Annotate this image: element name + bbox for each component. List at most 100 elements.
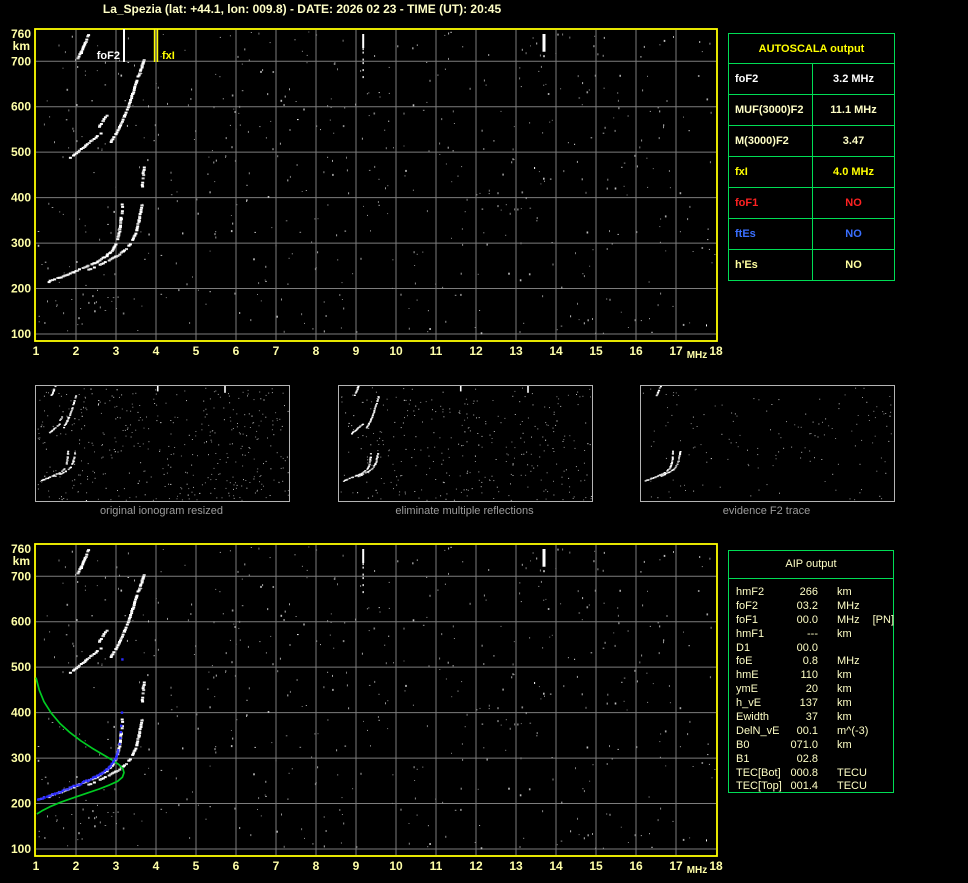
table-row: B0 071.0 km <box>736 739 893 753</box>
aip-unit: km <box>837 586 852 598</box>
svg-text:9: 9 <box>353 344 360 358</box>
aip-label-d1: D1 <box>736 641 751 654</box>
svg-text:11: 11 <box>430 344 443 358</box>
aip-value-foe: 0.8 <box>802 655 818 668</box>
svg-text:6: 6 <box>233 344 240 358</box>
table-row: ftEs NO <box>729 218 894 249</box>
svg-text:100: 100 <box>11 842 31 856</box>
aip-table-body: hmF2 266 km foF2 03.2 MHz foF1 00.0 MHz [PN] hm… <box>729 579 895 794</box>
svg-text:400: 400 <box>11 706 31 720</box>
svg-text:18: 18 <box>709 859 723 873</box>
aip-unit: TECU <box>837 780 867 793</box>
aip-output-table: AIP output hmF2 266 km foF2 03.2 MHz foF1 00.… <box>728 550 894 793</box>
aip-value-b1: 02.8 <box>796 752 818 765</box>
table-row: DelN_vE 00.1 m^(-3) <box>736 725 893 739</box>
svg-text:3: 3 <box>113 859 120 873</box>
aip-value-fof2: 03.2 <box>796 599 818 612</box>
aip-label-tecbot: TEC[Bot] <box>736 766 781 779</box>
aip-label-hme: hmE <box>736 669 759 682</box>
aip-label-tectop: TEC[Top] <box>736 780 782 793</box>
svg-text:8: 8 <box>313 859 320 873</box>
aip-note-pn: [PN] <box>872 613 895 626</box>
param-label-fof2: foF2 <box>729 64 813 94</box>
aip-unit: km <box>837 683 852 696</box>
aip-unit: m^(-3) <box>837 724 869 737</box>
svg-text:300: 300 <box>11 236 31 250</box>
param-value-hes: NO <box>845 259 862 271</box>
aip-label-fof2: foF2 <box>736 599 759 612</box>
table-row: foE 0.8 MHz <box>736 655 893 669</box>
svg-text:5: 5 <box>193 859 200 873</box>
table-row: D1 00.0 <box>736 642 893 656</box>
table-row: hmF2 266 km <box>736 586 893 600</box>
svg-text:500: 500 <box>11 660 31 674</box>
param-value-fof1: NO <box>845 197 862 209</box>
table-row: Ewidth 37 km <box>736 711 893 725</box>
table-row: TEC[Bot] 000.8 TECU <box>736 767 893 781</box>
svg-text:100: 100 <box>11 327 31 341</box>
aip-label-ewidth: Ewidth <box>736 711 770 724</box>
param-label-ftes: ftEs <box>729 219 813 249</box>
table-row: h'Es NO <box>729 249 894 280</box>
table-row: h_vE 137 km <box>736 697 893 711</box>
aip-unit: km <box>837 738 852 751</box>
autoscala-output-table: AUTOSCALA output foF2 3.2 MHz MUF(3000)F… <box>728 33 895 281</box>
svg-text:11: 11 <box>430 859 443 873</box>
aip-label-foe: foE <box>736 655 753 668</box>
table-row: foF2 3.2 MHz <box>729 63 894 94</box>
table-row: foF2 03.2 MHz <box>736 600 893 614</box>
table-row: B1 02.8 <box>736 753 893 767</box>
thumbnail-evidence-f2-trace <box>640 385 895 502</box>
svg-text:400: 400 <box>11 191 31 205</box>
svg-text:600: 600 <box>11 615 31 629</box>
svg-text:18: 18 <box>709 344 723 358</box>
svg-text:4: 4 <box>153 859 160 873</box>
param-label-fxi: fxI <box>729 157 813 187</box>
aip-unit: MHz <box>837 655 860 668</box>
svg-text:600: 600 <box>11 100 31 114</box>
svg-text:MHz: MHz <box>687 350 708 361</box>
param-label-m3000f2: M(3000)F2 <box>729 126 813 156</box>
svg-text:17: 17 <box>669 859 683 873</box>
main-ionogram-plot: 760700600500400300200100km1 2 3 4 5 6 7 8 9 10 11 1… <box>11 27 723 361</box>
aip-value-delnve: 00.1 <box>796 724 818 737</box>
aip-value-ewidth: 37 <box>805 711 818 724</box>
table-row: ymE 20 km <box>736 683 893 697</box>
svg-text:700: 700 <box>11 54 31 68</box>
aip-value-yme: 20 <box>805 683 818 696</box>
thumbnail-caption-original: original ionogram resized <box>100 505 223 517</box>
svg-text:9: 9 <box>353 859 360 873</box>
svg-text:13: 13 <box>509 344 523 358</box>
aip-label-yme: ymE <box>736 683 758 696</box>
aip-unit: TECU <box>837 766 867 779</box>
svg-text:fxI: fxI <box>162 50 175 62</box>
table-row: foF1 00.0 MHz [PN] <box>736 613 895 628</box>
svg-text:1: 1 <box>33 344 40 358</box>
svg-text:6: 6 <box>233 859 240 873</box>
svg-text:3: 3 <box>113 344 120 358</box>
aip-label-hmf2: hmF2 <box>736 586 765 598</box>
aip-label-delnve: DelN_vE <box>736 724 780 737</box>
table-row: M(3000)F2 3.47 <box>729 125 894 156</box>
param-label-hes: h'Es <box>729 250 813 280</box>
svg-text:12: 12 <box>469 344 483 358</box>
table-row: foF1 NO <box>729 187 894 218</box>
aip-table-header: AIP output <box>729 551 893 579</box>
thumbnail-original-ionogram <box>35 385 290 502</box>
param-value-ftes: NO <box>845 228 862 240</box>
profile-ionogram-plot: 760700600500400300200100km1 2 3 4 5 6 7 8 9 10 11 1… <box>11 542 723 876</box>
aip-unit: km <box>837 627 852 640</box>
svg-text:10: 10 <box>389 859 403 873</box>
aip-value-hmf1: --- <box>807 627 818 640</box>
aip-unit: MHz <box>837 599 860 612</box>
svg-text:300: 300 <box>11 751 31 765</box>
aip-value-b0: 071.0 <box>790 738 818 751</box>
aip-unit: km <box>837 697 852 710</box>
svg-text:4: 4 <box>153 344 160 358</box>
svg-text:16: 16 <box>629 859 643 873</box>
svg-text:2: 2 <box>73 344 80 358</box>
aip-label-fof1: foF1 <box>736 613 759 626</box>
svg-text:MHz: MHz <box>687 865 708 876</box>
param-label-muf3000f2: MUF(3000)F2 <box>729 95 813 125</box>
thumbnail-eliminate-reflections <box>338 385 593 502</box>
